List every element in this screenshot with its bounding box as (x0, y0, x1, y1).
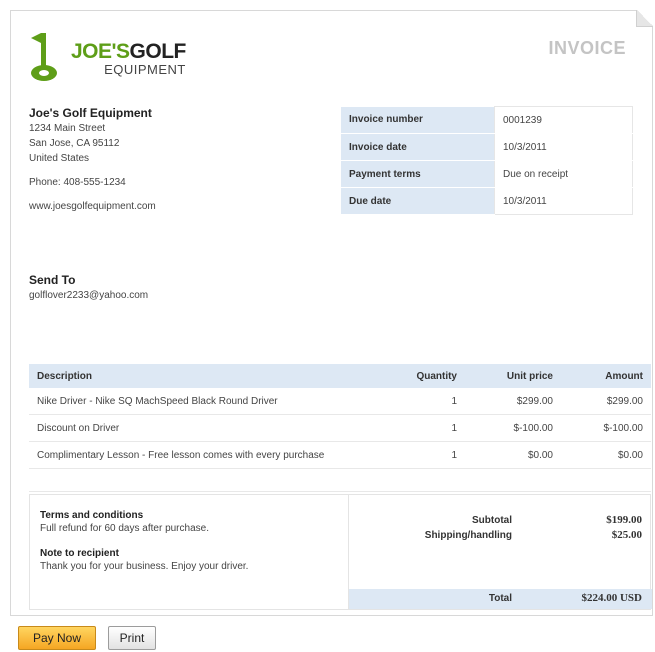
logo-text-joes: JOE'S (71, 40, 130, 63)
meta-row-invoice-number: Invoice number 0001239 (341, 106, 633, 134)
meta-label: Due date (341, 187, 495, 215)
logo-text-golf: GOLF (129, 40, 187, 63)
total-value: $224.00 USD (581, 592, 642, 604)
company-info: Joe's Golf Equipment 1234 Main Street Sa… (29, 106, 156, 214)
send-to-section: Send To golflover2233@yahoo.com (29, 273, 148, 303)
note-text: Thank you for your business. Enjoy your … (40, 561, 249, 572)
meta-value: 10/3/2011 (494, 187, 633, 215)
company-address-line2: San Jose, CA 95112 (29, 138, 120, 149)
header-unit-price: Unit price (465, 364, 561, 388)
meta-label: Payment terms (341, 160, 495, 188)
shipping-label: Shipping/handling (424, 530, 512, 541)
header-quantity: Quantity (379, 364, 465, 388)
meta-value: 0001239 (494, 106, 633, 134)
header-description: Description (29, 364, 379, 388)
company-country: United States (29, 153, 90, 164)
table-row: Nike Driver - Nike SQ MachSpeed Black Ro… (29, 388, 651, 415)
totals-section: Subtotal $199.00 Shipping/handling $25.0… (348, 495, 652, 609)
company-website: www.joesgolfequipment.com (29, 201, 156, 212)
item-quantity: 1 (379, 388, 465, 415)
item-unit-price: $299.00 (465, 388, 561, 415)
total-label: Total (488, 593, 512, 604)
item-amount: $-100.00 (561, 414, 651, 442)
meta-row-payment-terms: Payment terms Due on receipt (341, 160, 633, 188)
item-amount: $0.00 (561, 441, 651, 469)
item-description: Discount on Driver (29, 414, 379, 442)
total-bar: Total $224.00 USD (349, 589, 652, 609)
recipient-email: golflover2233@yahoo.com (29, 290, 149, 301)
company-address-line1: 1234 Main Street (29, 123, 106, 134)
item-description: Nike Driver - Nike SQ MachSpeed Black Ro… (29, 388, 379, 415)
send-to-heading: Send To (29, 273, 76, 287)
shipping-value: $25.00 (611, 529, 642, 541)
subtotal-value: $199.00 (606, 514, 642, 526)
invoice-paper: JOE'SGOLF EQUIPMENT INVOICE Joe's Golf E… (10, 10, 653, 616)
meta-value: 10/3/2011 (494, 133, 633, 161)
page-fold-corner (636, 10, 653, 27)
terms-section: Terms and conditions Full refund for 60 … (40, 509, 340, 573)
item-quantity: 1 (379, 414, 465, 442)
line-items-table: Description Quantity Unit price Amount N… (29, 364, 651, 492)
line-items-header: Description Quantity Unit price Amount (29, 364, 651, 388)
pay-now-button[interactable]: Pay Now (18, 626, 96, 650)
terms-text: Full refund for 60 days after purchase. (40, 523, 209, 534)
item-description: Complimentary Lesson - Free lesson comes… (29, 441, 379, 469)
invoice-meta-table: Invoice number 0001239 Invoice date 10/3… (341, 106, 633, 215)
logo-text-equipment: EQUIPMENT (104, 62, 186, 77)
terms-heading: Terms and conditions (40, 510, 144, 521)
header-amount: Amount (561, 364, 651, 388)
invoice-summary: Terms and conditions Full refund for 60 … (29, 494, 652, 610)
company-logo: JOE'SGOLF EQUIPMENT (29, 29, 189, 89)
meta-row-due-date: Due date 10/3/2011 (341, 187, 633, 215)
meta-label: Invoice date (341, 133, 495, 161)
item-amount: $299.00 (561, 388, 651, 415)
item-unit-price: $-100.00 (465, 414, 561, 442)
meta-label: Invoice number (341, 106, 495, 134)
print-button[interactable]: Print (108, 626, 156, 650)
document-title: INVOICE (548, 38, 626, 58)
table-row: Discount on Driver 1 $-100.00 $-100.00 (29, 414, 651, 442)
item-quantity: 1 (379, 441, 465, 469)
logo-wordmark: JOE'SGOLF EQUIPMENT (71, 41, 186, 76)
subtotal-label: Subtotal (472, 515, 512, 526)
note-heading: Note to recipient (40, 548, 119, 559)
company-phone: Phone: 408-555-1234 (29, 177, 126, 188)
golf-flag-logo-icon (31, 33, 57, 81)
meta-value: Due on receipt (494, 160, 633, 188)
item-unit-price: $0.00 (465, 441, 561, 469)
company-name: Joe's Golf Equipment (29, 106, 152, 120)
table-row: Complimentary Lesson - Free lesson comes… (29, 441, 651, 469)
meta-row-invoice-date: Invoice date 10/3/2011 (341, 133, 633, 161)
table-row-empty (29, 468, 651, 492)
